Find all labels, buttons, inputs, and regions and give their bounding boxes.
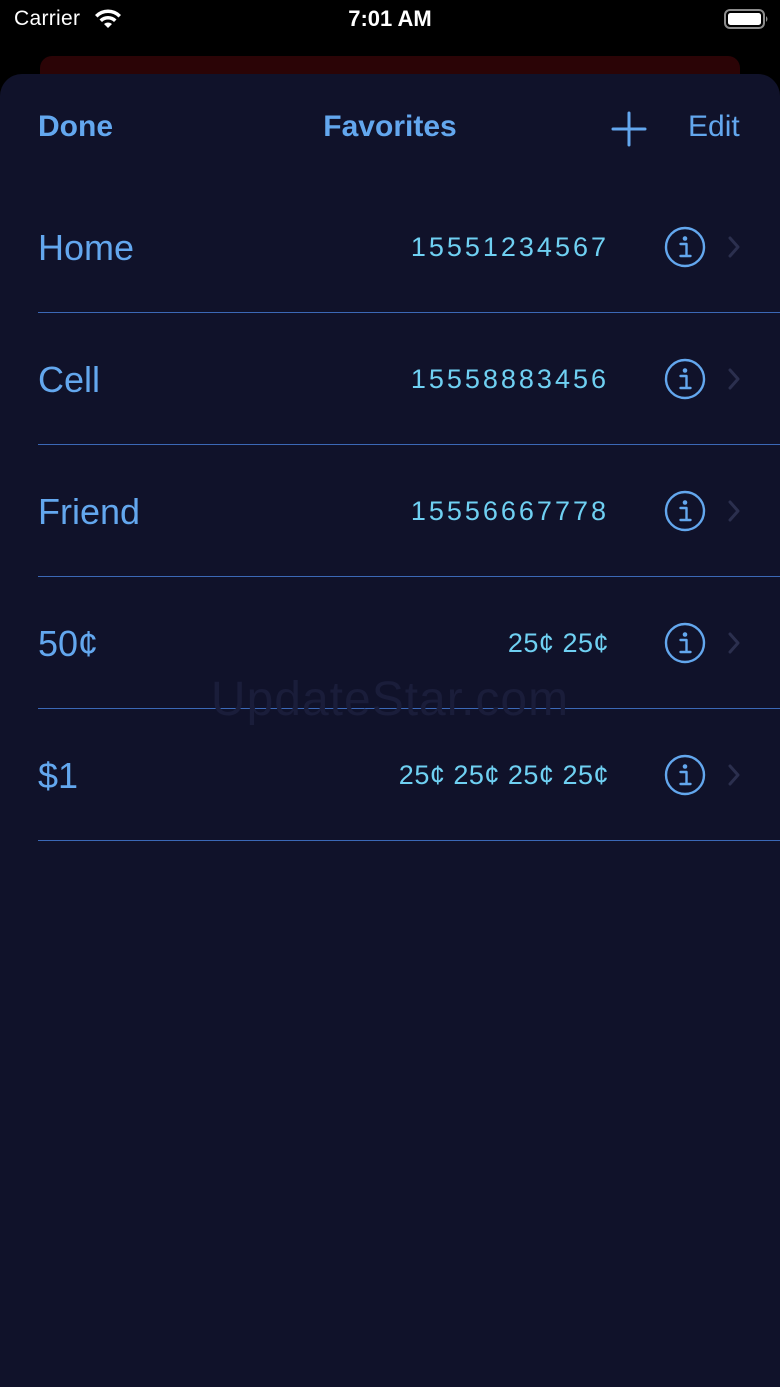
list-item[interactable]: 50¢ 25¢ 25¢ [0, 577, 780, 709]
favorites-sheet: Done Favorites Edit Home 15551234567 Cel… [0, 74, 780, 1387]
status-bar: Carrier 7:01 AM [0, 0, 780, 40]
chevron-right-icon [728, 368, 740, 390]
info-icon[interactable] [664, 358, 706, 400]
favorite-name: Cell [38, 359, 101, 400]
info-icon[interactable] [664, 226, 706, 268]
info-icon[interactable] [664, 622, 706, 664]
favorite-detail: 15551234567 [410, 232, 609, 262]
done-button[interactable]: Done [38, 110, 113, 144]
clock: 7:01 AM [348, 6, 432, 31]
info-icon[interactable] [664, 490, 706, 532]
favorite-detail: 15558883456 [410, 364, 609, 394]
favorite-name: Friend [38, 491, 141, 532]
list-item[interactable]: Friend 15556667778 [0, 445, 780, 577]
list-item[interactable]: Cell 15558883456 [0, 313, 780, 445]
info-icon[interactable] [664, 754, 706, 796]
screen: Carrier 7:01 AM Done Favorites Edit Home [0, 0, 780, 1387]
favorite-name: 50¢ [38, 623, 99, 664]
chevron-right-icon [728, 632, 740, 654]
favorite-detail: 25¢ 25¢ [507, 628, 609, 658]
battery-icon [724, 9, 768, 29]
chevron-right-icon [728, 500, 740, 522]
row-separator [38, 840, 780, 841]
favorite-name: Home [38, 227, 135, 268]
plus-icon[interactable] [610, 110, 648, 148]
list-item[interactable]: $1 25¢ 25¢ 25¢ 25¢ [0, 709, 780, 841]
page-title: Favorites [323, 110, 457, 143]
favorite-detail: 25¢ 25¢ 25¢ 25¢ [398, 760, 609, 790]
favorite-detail: 15556667778 [410, 496, 609, 526]
chevron-right-icon [728, 236, 740, 258]
nav-bar: Done Favorites Edit [0, 74, 780, 184]
favorite-name: $1 [38, 755, 79, 796]
favorites-list: Home 15551234567 Cell 15558883456 Friend… [0, 181, 780, 841]
list-item[interactable]: Home 15551234567 [0, 181, 780, 313]
edit-button[interactable]: Edit [688, 110, 740, 144]
chevron-right-icon [728, 764, 740, 786]
